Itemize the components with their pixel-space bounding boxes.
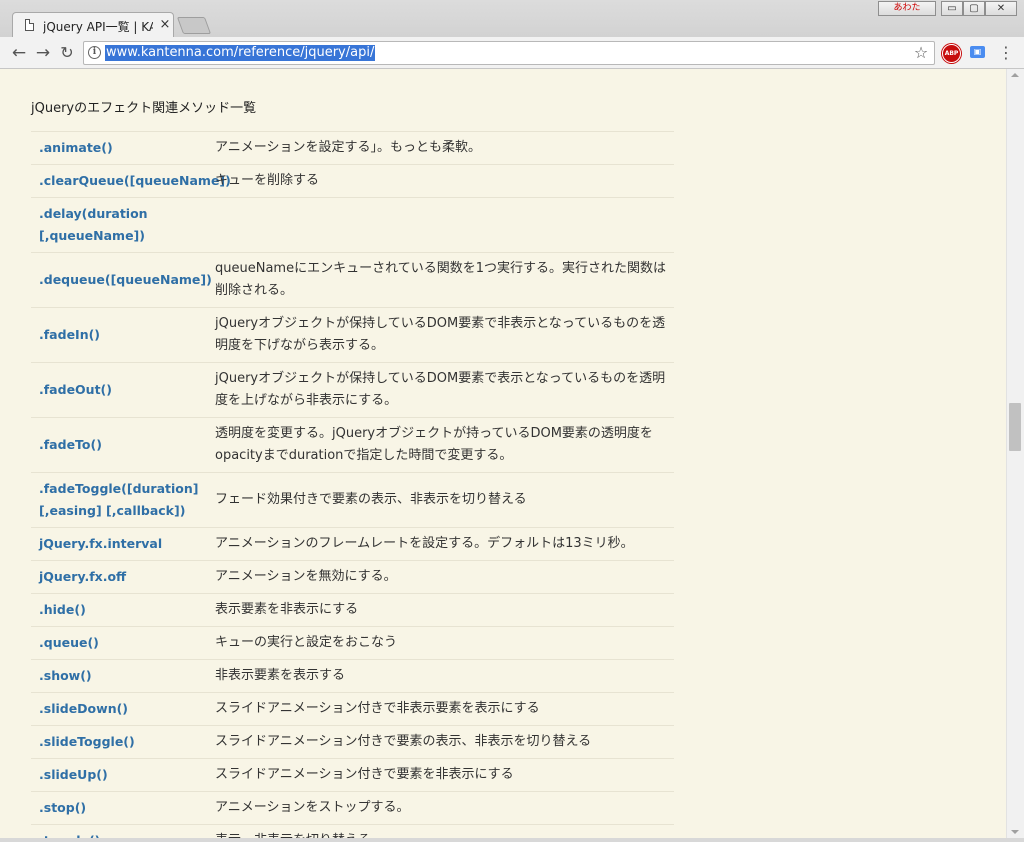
- table-row: .show() 非表示要素を表示する: [31, 659, 674, 693]
- method-description: アニメーションをストップする。: [207, 791, 674, 825]
- table-row: .fadeToggle([duration] [,easing] [,callb…: [31, 472, 674, 528]
- forward-arrow-icon[interactable]: →: [32, 42, 54, 64]
- browser-menu-icon[interactable]: ⋮: [998, 43, 1014, 63]
- maximize-button[interactable]: ▢: [963, 1, 985, 16]
- scroll-up-arrow-icon[interactable]: [1011, 73, 1019, 77]
- close-window-button[interactable]: ✕: [985, 1, 1017, 16]
- tab-close-icon[interactable]: ×: [157, 16, 173, 34]
- method-name-link[interactable]: .fadeOut(): [31, 362, 207, 418]
- method-description: アニメーションのフレームレートを設定する。デフォルトは13ミリ秒。: [207, 527, 674, 561]
- method-name-link[interactable]: .fadeIn(): [31, 307, 207, 363]
- bookmark-star-icon[interactable]: ☆: [912, 43, 930, 63]
- table-row: jQuery.fx.off アニメーションを無効にする。: [31, 560, 674, 594]
- browser-tab[interactable]: jQuery API一覧 | KANTENNA ×: [12, 12, 174, 38]
- table-row: .dequeue([queueName]) queueNameにエンキューされてい…: [31, 252, 674, 308]
- method-description: queueNameにエンキューされている関数を1つ実行する。実行された関数は削除…: [207, 252, 674, 308]
- method-name-link[interactable]: .fadeTo(): [31, 417, 207, 473]
- table-row: .delay(duration [,queueName]): [31, 197, 674, 253]
- method-description: アニメーションを無効にする。: [207, 560, 674, 594]
- back-arrow-icon[interactable]: ←: [8, 42, 30, 64]
- method-name-link[interactable]: .dequeue([queueName]): [31, 252, 212, 308]
- method-description: 表示要素を非表示にする: [207, 593, 674, 627]
- tab-title: jQuery API一覧 | KANTENNA: [43, 20, 153, 34]
- scroll-thumb[interactable]: [1009, 403, 1021, 451]
- table-row: .toggle()表示、非表示を切り替える。: [31, 824, 674, 838]
- method-name-link[interactable]: .show(): [31, 659, 207, 693]
- method-table: .animate() アニメーションを設定する」。もっとも柔軟。 .clearQue…: [31, 131, 674, 838]
- method-description: 透明度を変更する。jQueryオブジェクトが持っているDOM要素の透明度をopa…: [207, 417, 674, 473]
- url-input[interactable]: www.kantenna.com/reference/jquery/api/: [105, 45, 376, 61]
- browser-toolbar: ← → ↻ i www.kantenna.com/reference/jquer…: [0, 37, 1024, 69]
- method-description: キューの実行と設定をおこなう: [207, 626, 674, 660]
- method-name-link[interactable]: .slideToggle(): [31, 725, 207, 759]
- method-name-link[interactable]: .queue(): [31, 626, 207, 660]
- page-icon: [25, 19, 34, 31]
- method-description: アニメーションを設定する」。もっとも柔軟。: [207, 131, 674, 165]
- table-row: .stop() アニメーションをストップする。: [31, 791, 674, 825]
- method-name-link[interactable]: .slideDown(): [31, 692, 207, 726]
- method-description: 非表示要素を表示する: [207, 659, 674, 693]
- table-row: .slideDown() スライドアニメーション付きで非表示要素を表示にする: [31, 692, 674, 726]
- method-name-link[interactable]: .hide(): [31, 593, 207, 627]
- table-row: .hide() 表示要素を非表示にする: [31, 593, 674, 627]
- minimize-button[interactable]: ▭: [941, 1, 963, 16]
- adblock-plus-icon[interactable]: ABP: [942, 44, 961, 63]
- page-content: jQueryのエフェクト関連メソッド一覧 .animate() アニメーションを設…: [0, 69, 1006, 838]
- method-name-link[interactable]: jQuery.fx.off: [31, 560, 207, 594]
- table-row: .slideUp() スライドアニメーション付きで要素を非表示にする: [31, 758, 674, 792]
- method-description: フェード効果付きで要素の表示、非表示を切り替える: [207, 472, 674, 528]
- method-description: [207, 197, 674, 253]
- method-description: jQueryオブジェクトが保持しているDOM要素で非表示となっているものを透明度…: [207, 307, 674, 363]
- scroll-down-arrow-icon[interactable]: [1011, 830, 1019, 834]
- table-row: jQuery.fx.interval アニメーションのフレームレートを設定する。デ…: [31, 527, 674, 561]
- vertical-scrollbar[interactable]: [1006, 69, 1024, 838]
- extension-icon[interactable]: ▣: [970, 46, 985, 58]
- table-row: .fadeTo() 透明度を変更する。jQueryオブジェクトが持っているDOM要…: [31, 417, 674, 473]
- method-name-link[interactable]: .stop(): [31, 791, 207, 825]
- method-name-link[interactable]: .toggle(): [31, 824, 207, 838]
- method-description: 表示、非表示を切り替える。: [207, 824, 674, 838]
- table-row: .clearQueue([queueName]) キューを削除する: [31, 164, 674, 198]
- method-description: スライドアニメーション付きで要素を非表示にする: [207, 758, 674, 792]
- table-row: .fadeIn() jQueryオブジェクトが保持しているDOM要素で非表示となっ…: [31, 307, 674, 363]
- method-name-link[interactable]: .slideUp(): [31, 758, 207, 792]
- method-name-link[interactable]: jQuery.fx.interval: [31, 527, 207, 561]
- method-name-link[interactable]: .fadeToggle([duration] [,easing] [,callb…: [31, 472, 207, 528]
- section-heading: jQueryのエフェクト関連メソッド一覧: [31, 101, 257, 116]
- new-tab-button[interactable]: [176, 17, 212, 34]
- method-name-link[interactable]: .delay(duration [,queueName]): [31, 197, 207, 253]
- table-row: .queue() キューの実行と設定をおこなう: [31, 626, 674, 660]
- table-row: .fadeOut() jQueryオブジェクトが保持しているDOM要素で表示となっ…: [31, 362, 674, 418]
- table-row: .animate() アニメーションを設定する」。もっとも柔軟。: [31, 131, 674, 165]
- method-description: キューを削除する: [207, 164, 674, 198]
- table-row: .slideToggle() スライドアニメーション付きで要素の表示、非表示を切り…: [31, 725, 674, 759]
- method-name-link[interactable]: .animate(): [31, 131, 207, 165]
- method-description: スライドアニメーション付きで非表示要素を表示にする: [207, 692, 674, 726]
- reload-icon[interactable]: ↻: [56, 42, 78, 64]
- window-bottom-border: [0, 838, 1024, 842]
- profile-button[interactable]: あわた: [878, 1, 936, 16]
- method-description: jQueryオブジェクトが保持しているDOM要素で表示となっているものを透明度を…: [207, 362, 674, 418]
- site-info-icon[interactable]: i: [88, 46, 101, 59]
- address-bar[interactable]: i www.kantenna.com/reference/jquery/api/…: [83, 41, 935, 65]
- method-name-link[interactable]: .clearQueue([queueName]): [31, 164, 231, 198]
- browser-title-bar: jQuery API一覧 | KANTENNA × あわた ▭ ▢ ✕: [0, 0, 1024, 38]
- method-description: スライドアニメーション付きで要素の表示、非表示を切り替える: [207, 725, 674, 759]
